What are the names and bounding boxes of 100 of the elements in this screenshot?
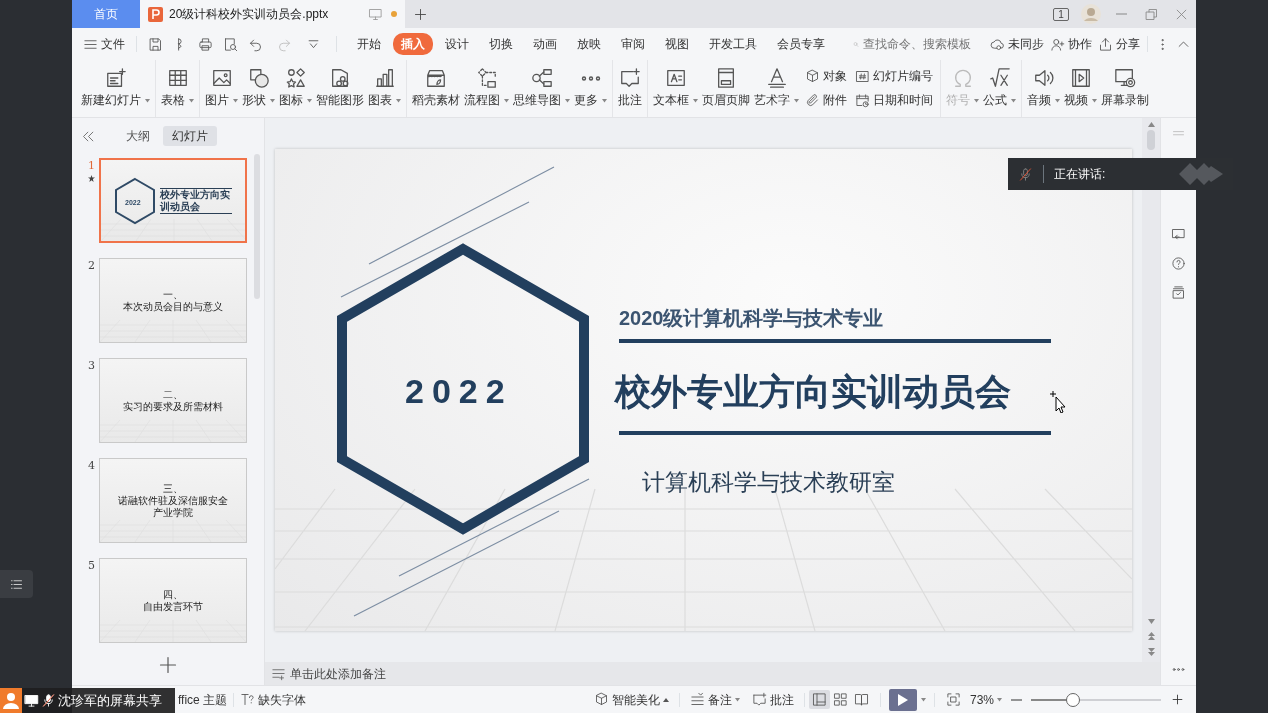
document-tab[interactable]: 20级计科校外实训动员会.pptx	[140, 0, 405, 28]
ribbon-button[interactable]: 批注	[616, 60, 644, 117]
notes-bar[interactable]: 单击此处添加备注	[265, 662, 1160, 685]
slide-department: 计算机科学与技术教研室	[642, 468, 895, 497]
slide-number: 2	[88, 258, 95, 274]
screen-record-icon	[1114, 67, 1136, 90]
ribbon-button[interactable]: 视频	[1062, 60, 1099, 117]
font-question-icon	[240, 692, 256, 707]
notes-icon	[271, 666, 286, 681]
ribbon-button[interactable]: 音频	[1025, 60, 1062, 117]
ribbon-button[interactable]: 日期和时间	[855, 91, 933, 109]
ribbon-button[interactable]: 图表	[366, 60, 403, 117]
scrollbar-thumb[interactable]	[1147, 130, 1155, 150]
notes-prompt: 单击此处添加备注	[290, 665, 386, 683]
slide-thumbnail[interactable]: 四、 自由发言环节	[99, 558, 247, 643]
slide-number: 1	[88, 158, 95, 174]
ribbon-tab[interactable]: 设计	[437, 33, 477, 55]
zoom-level[interactable]: 73%	[963, 690, 1008, 709]
fit-icon	[945, 692, 961, 707]
thumbnail-heading: 一、	[163, 288, 183, 301]
smart-beautify-button[interactable]: 智能美化	[587, 690, 675, 709]
more-icon	[580, 75, 601, 81]
word-art-icon	[765, 67, 788, 90]
slide-number: 5	[88, 558, 95, 574]
bar-chart-icon	[373, 67, 396, 90]
ribbon-button[interactable]: 文本框	[651, 60, 700, 117]
ribbon-button[interactable]: 表格	[159, 60, 196, 117]
ribbon-button[interactable]: 智能图形	[314, 60, 366, 117]
caret-icon	[662, 697, 669, 702]
toolbar-action[interactable]: 未同步	[987, 35, 1047, 53]
person-add-icon	[1050, 36, 1065, 52]
toolbar-action[interactable]: 协作	[1047, 35, 1095, 53]
minus-icon	[1011, 698, 1022, 701]
cube-icon	[593, 692, 609, 707]
ribbon-button[interactable]: 更多	[572, 60, 609, 117]
zoom-out-button[interactable]	[1008, 698, 1025, 701]
thumbnail-title: 诺融软件驻及深信服安全产业学院	[118, 494, 228, 519]
missing-fonts-button[interactable]: 缺失字体	[234, 690, 313, 709]
cube-icon	[805, 69, 820, 85]
ribbon-button[interactable]: 公式	[981, 60, 1018, 117]
play-button[interactable]	[888, 688, 917, 711]
ribbon-tab[interactable]: 视图	[657, 33, 697, 55]
ribbon-button[interactable]: 屏幕录制	[1099, 60, 1151, 117]
ribbon-tab[interactable]: 审阅	[613, 33, 653, 55]
ribbon-button[interactable]: 图片	[203, 60, 240, 117]
thumbnail-title: 实习的要求及所需材料	[123, 400, 223, 413]
slide-thumbnail[interactable]: 一、 本次动员会目的与意义	[99, 258, 247, 343]
list-button[interactable]	[0, 570, 33, 598]
ribbon-button[interactable]: 附件	[805, 91, 847, 109]
storefront-icon	[425, 67, 447, 90]
slide-title: 校外专业方向实训动员会	[615, 370, 1011, 414]
ribbon-tab[interactable]: 开发工具	[701, 33, 765, 55]
logo-icon	[1179, 163, 1223, 185]
comment-icon	[751, 692, 767, 707]
thumbnail-title: 本次动员会目的与意义	[123, 300, 223, 313]
print-icon	[198, 36, 213, 52]
panel-tab[interactable]: 大纲	[117, 126, 159, 146]
ribbon-button[interactable]: 对象	[805, 68, 847, 86]
ribbon-button[interactable]: 思维导图	[511, 60, 572, 117]
view-button[interactable]	[808, 690, 830, 709]
ribbon-button[interactable]: 页眉页脚	[700, 60, 752, 117]
reading-view-icon	[853, 692, 869, 707]
file-menu[interactable]: 文件	[80, 35, 128, 53]
thumbnail-heading: 二、	[163, 388, 183, 401]
speaking-label: 正在讲话:	[1054, 166, 1106, 183]
smart-graphic-icon	[329, 67, 351, 90]
person-icon	[0, 688, 22, 713]
add-slide-button[interactable]	[158, 655, 178, 675]
search-field[interactable]: 查找命令、搜索模板	[853, 35, 983, 53]
slider-thumb[interactable]	[1065, 692, 1080, 707]
ribbon-button[interactable]: 新建幻灯片	[79, 60, 152, 117]
toolbar-action[interactable]: 分享	[1095, 35, 1143, 53]
minimize-icon	[1115, 13, 1127, 15]
hash-icon	[855, 69, 870, 85]
notes-button[interactable]: 备注	[683, 690, 746, 709]
restore-icon	[1143, 6, 1159, 22]
ribbon-button[interactable]: 图标	[277, 60, 314, 117]
ribbon-button[interactable]: 稻壳素材	[410, 60, 462, 117]
slide-year: 2022	[405, 371, 513, 412]
shapes-icon	[247, 67, 270, 90]
ribbon-button[interactable]: 形状	[240, 60, 277, 117]
ribbon-tab[interactable]: 会员专享	[769, 33, 833, 55]
window-count-button[interactable]: 1	[1046, 0, 1076, 28]
save-icon	[148, 36, 163, 52]
comments-button[interactable]: 批注	[745, 690, 800, 709]
ribbon-tab[interactable]: 开始	[349, 33, 389, 55]
ribbon-button[interactable]: 幻灯片编号	[855, 68, 933, 86]
next-slide-icon	[1147, 648, 1155, 656]
slide-thumbnail[interactable]: 二、 实习的要求及所需材料	[99, 358, 247, 443]
ribbon-button[interactable]: 流程图	[462, 60, 511, 117]
ribbon-tab[interactable]: 切换	[481, 33, 521, 55]
normal-view-icon	[811, 692, 827, 707]
notes-icon	[689, 692, 705, 707]
ribbon-tab[interactable]: 放映	[569, 33, 609, 55]
ribbon-button[interactable]: 艺术字	[752, 60, 801, 117]
ribbon-tab[interactable]: 动画	[525, 33, 565, 55]
panel-tab[interactable]: 幻灯片	[163, 126, 217, 146]
help-icon	[1171, 256, 1186, 271]
formula-icon	[988, 67, 1011, 90]
slide-thumbnail[interactable]: 三、 诺融软件驻及深信服安全产业学院	[99, 458, 247, 543]
